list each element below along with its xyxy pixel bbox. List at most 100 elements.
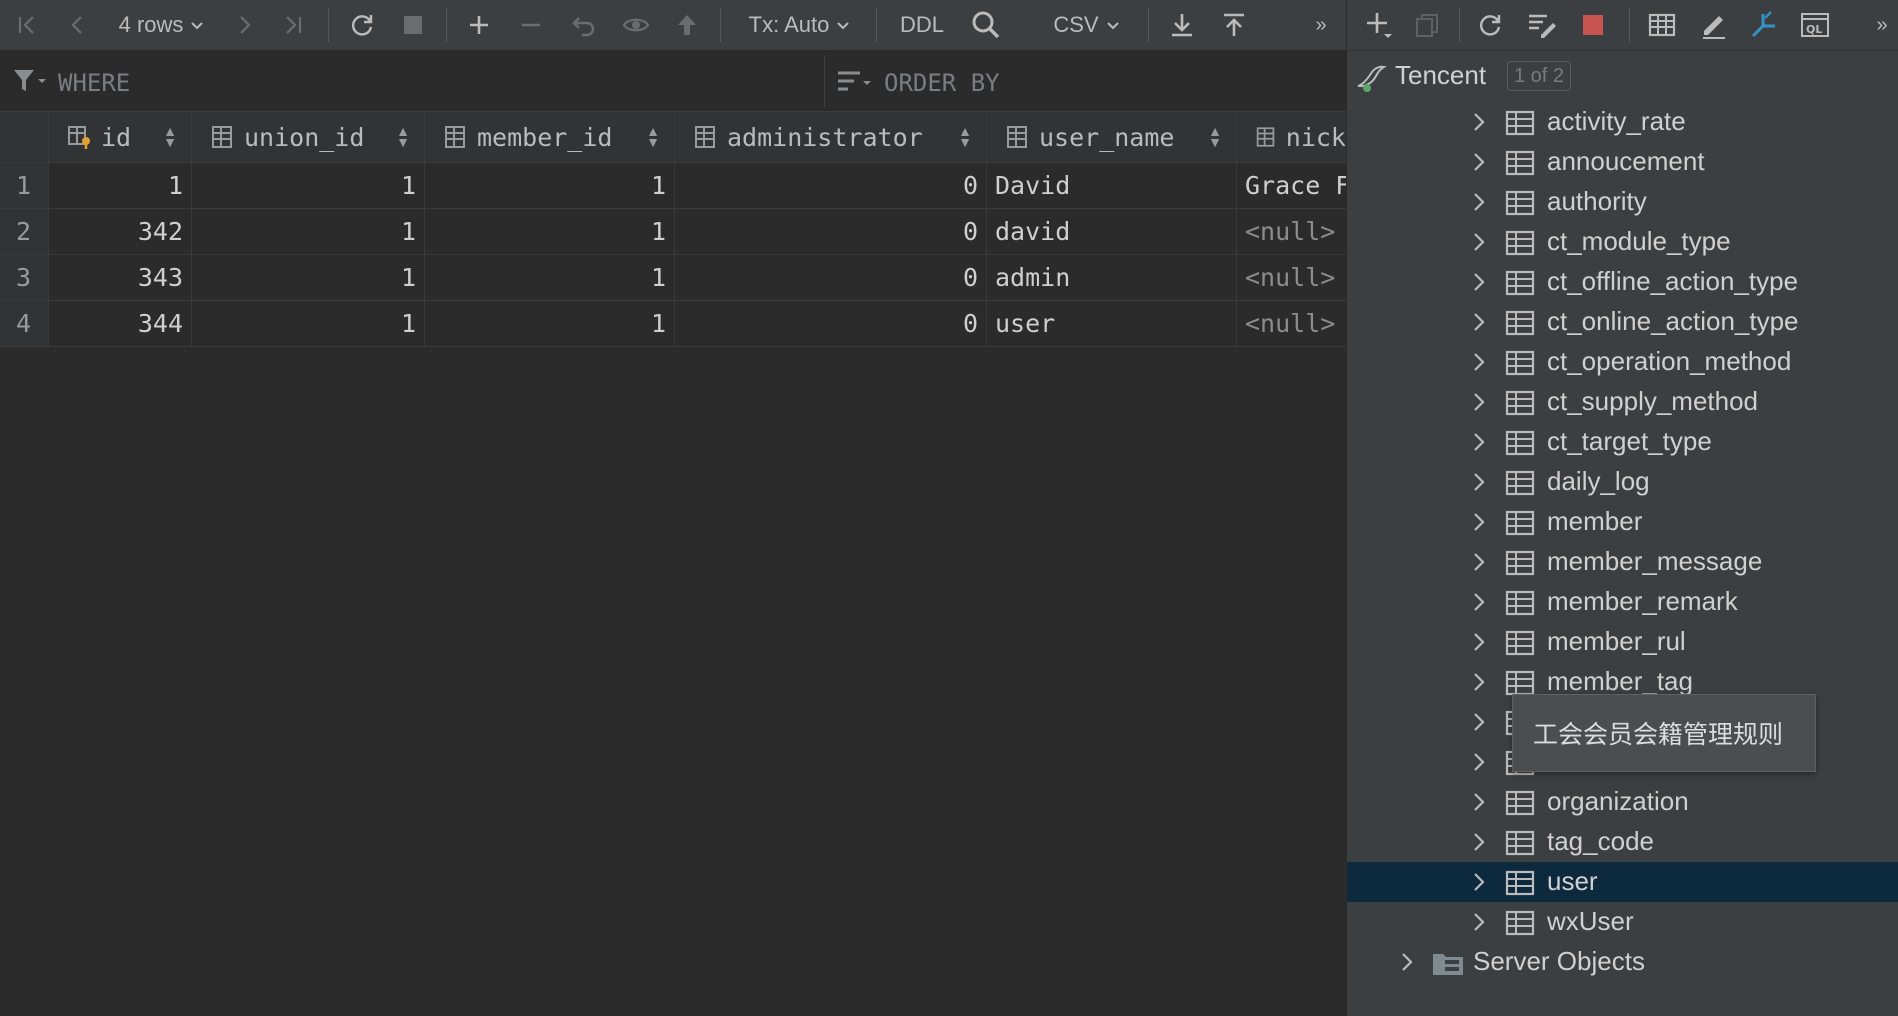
delete-row-icon[interactable] <box>516 0 546 50</box>
cell-id[interactable]: 344 <box>49 301 192 346</box>
table-editor-icon[interactable] <box>1645 0 1679 50</box>
order-by-icon[interactable] <box>836 69 872 95</box>
cell-administrator[interactable]: 0 <box>675 163 987 208</box>
rows-count-dropdown[interactable]: 4 rows <box>112 0 212 50</box>
chevron-right-icon[interactable] <box>1469 470 1489 494</box>
chevron-right-icon[interactable] <box>1469 630 1489 654</box>
cell-user-name[interactable]: David <box>987 163 1237 208</box>
search-icon[interactable] <box>968 0 1004 50</box>
transaction-mode-dropdown[interactable]: Tx: Auto <box>742 0 858 50</box>
chevron-right-icon[interactable] <box>1469 790 1489 814</box>
tree-root-datasource[interactable]: Tencent 1 of 2 <box>1347 50 1898 102</box>
cell-nick[interactable]: <null> <box>1237 301 1346 346</box>
cell-member-id[interactable]: 1 <box>425 301 675 346</box>
chevron-right-icon[interactable] <box>1469 750 1489 774</box>
cell-union-id[interactable]: 1 <box>192 255 425 300</box>
chevron-right-icon[interactable] <box>1469 670 1489 694</box>
cell-administrator[interactable]: 0 <box>675 301 987 346</box>
cell-member-id[interactable]: 1 <box>425 209 675 254</box>
table-node-member-message[interactable]: member_message <box>1347 542 1898 582</box>
table-node-annoucement[interactable]: annoucement <box>1347 142 1898 182</box>
cell-member-id[interactable]: 1 <box>425 255 675 300</box>
cell-user-name[interactable]: user <box>987 301 1237 346</box>
chevron-right-icon[interactable] <box>1469 190 1489 214</box>
chevron-right-icon[interactable] <box>1469 870 1489 894</box>
sort-toggle-icon[interactable]: ▲ ▼ <box>1208 124 1222 149</box>
table-node-wxuser[interactable]: wxUser <box>1347 902 1898 942</box>
ddl-button[interactable]: DDL <box>894 0 950 50</box>
cell-user-name[interactable]: admin <box>987 255 1237 300</box>
cell-union-id[interactable]: 1 <box>192 301 425 346</box>
cell-nick[interactable]: <null> <box>1237 255 1346 300</box>
server-objects-node[interactable]: Server Objects <box>1347 942 1898 982</box>
jump-to-source-icon[interactable] <box>1747 0 1781 50</box>
chevron-right-icon[interactable] <box>1397 950 1417 974</box>
column-header-member-id[interactable]: member_id ▲ ▼ <box>425 112 675 162</box>
cell-nick[interactable]: Grace F <box>1237 163 1346 208</box>
query-console-icon[interactable]: QL <box>1797 0 1833 50</box>
chevron-right-icon[interactable] <box>1469 710 1489 734</box>
table-node-tag-code[interactable]: tag_code <box>1347 822 1898 862</box>
cell-member-id[interactable]: 1 <box>425 163 675 208</box>
table-node-ct-supply-method[interactable]: ct_supply_method <box>1347 382 1898 422</box>
table-node-ct-module-type[interactable]: ct_module_type <box>1347 222 1898 262</box>
table-node-daily-log[interactable]: daily_log <box>1347 462 1898 502</box>
table-node-ct-operation-method[interactable]: ct_operation_method <box>1347 342 1898 382</box>
cell-administrator[interactable]: 0 <box>675 255 987 300</box>
chevron-right-icon[interactable] <box>1469 830 1489 854</box>
filter-icon[interactable] <box>12 67 46 95</box>
table-node-authority[interactable]: authority <box>1347 182 1898 222</box>
preview-changes-icon[interactable] <box>620 0 652 50</box>
cell-union-id[interactable]: 1 <box>192 163 425 208</box>
more-actions-button[interactable]: » <box>1306 0 1336 50</box>
schema-settings-icon[interactable] <box>1525 0 1559 50</box>
cell-union-id[interactable]: 1 <box>192 209 425 254</box>
table-row[interactable]: 1 1 1 1 0 David Grace F <box>0 163 1346 209</box>
chevron-right-icon[interactable] <box>1469 270 1489 294</box>
chevron-right-icon[interactable] <box>1469 230 1489 254</box>
first-page-icon[interactable] <box>12 0 42 50</box>
submit-icon[interactable] <box>672 0 702 50</box>
cell-id[interactable]: 342 <box>49 209 192 254</box>
add-datasource-icon[interactable] <box>1361 0 1397 50</box>
order-by-input[interactable]: ORDER BY <box>884 69 1000 97</box>
stop-icon[interactable] <box>1577 0 1609 50</box>
sort-toggle-icon[interactable]: ▲ ▼ <box>163 124 177 149</box>
chevron-right-icon[interactable] <box>1469 550 1489 574</box>
refresh-icon[interactable] <box>1473 0 1507 50</box>
refresh-icon[interactable] <box>346 0 378 50</box>
add-row-icon[interactable] <box>464 0 494 50</box>
cell-user-name[interactable]: david <box>987 209 1237 254</box>
export-format-dropdown[interactable]: CSV <box>1050 0 1124 50</box>
duplicate-icon[interactable] <box>1411 0 1443 50</box>
column-header-union-id[interactable]: union_id ▲ ▼ <box>192 112 425 162</box>
column-header-user-name[interactable]: user_name ▲ ▼ <box>987 112 1237 162</box>
table-row[interactable]: 4 344 1 1 0 user <null> <box>0 301 1346 347</box>
cell-administrator[interactable]: 0 <box>675 209 987 254</box>
chevron-right-icon[interactable] <box>1469 910 1489 934</box>
sort-toggle-icon[interactable]: ▲ ▼ <box>646 124 660 149</box>
table-node-user[interactable]: user <box>1347 862 1898 902</box>
download-icon[interactable] <box>1166 0 1198 50</box>
chevron-right-icon[interactable] <box>1469 390 1489 414</box>
cell-id[interactable]: 343 <box>49 255 192 300</box>
chevron-right-icon[interactable] <box>1469 350 1489 374</box>
table-node-activity-rate[interactable]: activity_rate <box>1347 102 1898 142</box>
prev-page-icon[interactable] <box>62 0 92 50</box>
column-header-id[interactable]: id ▲ ▼ <box>49 112 192 162</box>
table-node-member-rul[interactable]: member_rul <box>1347 622 1898 662</box>
revert-icon[interactable] <box>568 0 600 50</box>
chevron-right-icon[interactable] <box>1469 430 1489 454</box>
table-row[interactable]: 3 343 1 1 0 admin <null> <box>0 255 1346 301</box>
chevron-right-icon[interactable] <box>1469 310 1489 334</box>
sort-toggle-icon[interactable]: ▲ ▼ <box>396 124 410 149</box>
chevron-right-icon[interactable] <box>1469 590 1489 614</box>
table-node-member-remark[interactable]: member_remark <box>1347 582 1898 622</box>
schema-count-badge[interactable]: 1 of 2 <box>1507 61 1572 91</box>
table-row[interactable]: 2 342 1 1 0 david <null> <box>0 209 1346 255</box>
next-page-icon[interactable] <box>230 0 260 50</box>
upload-icon[interactable] <box>1218 0 1250 50</box>
table-node-organization[interactable]: organization <box>1347 782 1898 822</box>
more-actions-button[interactable]: » <box>1867 0 1897 50</box>
column-header-nick[interactable]: nick <box>1237 112 1346 162</box>
